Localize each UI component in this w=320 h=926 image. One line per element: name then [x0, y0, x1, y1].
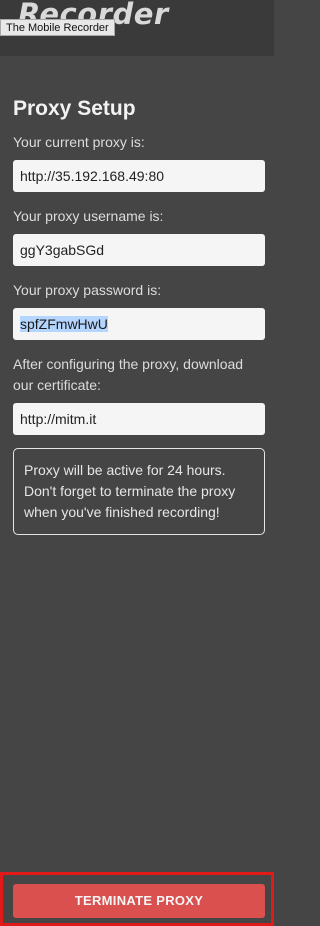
- proxy-address-field[interactable]: http://35.192.168.49:80: [13, 160, 265, 192]
- certificate-url-field[interactable]: http://mitm.it: [13, 403, 265, 435]
- terminate-proxy-button[interactable]: TERMINATE PROXY: [13, 884, 265, 918]
- proxy-setup-panel: Proxy Setup Your current proxy is: http:…: [13, 96, 265, 535]
- selected-password-text: spfZFmwHwU: [20, 316, 108, 332]
- certificate-instructions: After configuring the proxy, download ou…: [13, 356, 244, 393]
- proxy-expiry-notice: Proxy will be active for 24 hours. Don't…: [13, 448, 265, 535]
- proxy-username-field[interactable]: ggY3gabSGd: [13, 234, 265, 266]
- proxy-password-label: Your proxy password is:: [13, 282, 162, 298]
- proxy-username-label: Your proxy username is:: [13, 208, 164, 224]
- app-title-tooltip: The Mobile Recorder: [0, 19, 115, 36]
- app-header: Recorder The Mobile Recorder: [0, 0, 274, 56]
- proxy-password-field[interactable]: spfZFmwHwU: [13, 308, 265, 340]
- terminate-highlight: TERMINATE PROXY: [0, 872, 274, 926]
- proxy-address-label: Your current proxy is:: [13, 134, 145, 150]
- page-title: Proxy Setup: [13, 97, 136, 120]
